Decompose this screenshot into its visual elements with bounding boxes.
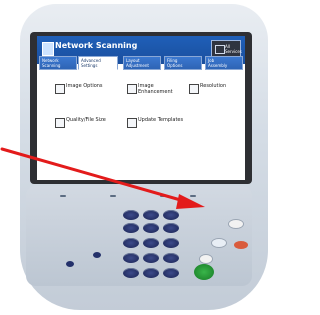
- keypad-key[interactable]: [143, 210, 159, 220]
- option-label: Update Templates: [138, 117, 184, 123]
- keypad-key[interactable]: [143, 223, 159, 233]
- screen-title: Network Scanning: [55, 41, 138, 50]
- network-scanning-icon: [42, 42, 54, 56]
- keypad-key[interactable]: [123, 253, 139, 263]
- keypad-key[interactable]: [123, 223, 139, 233]
- side-button[interactable]: [66, 261, 74, 267]
- status-led: [190, 195, 196, 197]
- image-options-icon: [55, 84, 65, 94]
- tab-bar: Network Scanning Advanced Settings Layou…: [37, 56, 245, 70]
- option-label: Image Options: [66, 83, 103, 89]
- keypad-key[interactable]: [143, 253, 159, 263]
- option-label: Resolution: [200, 83, 227, 89]
- option-label: Image Enhancement: [138, 83, 173, 95]
- copier-control-panel: Network Scanning All Services Network Sc…: [0, 0, 278, 315]
- tab-label: Filing Options: [167, 58, 183, 68]
- keypad-key[interactable]: [143, 268, 159, 278]
- side-button[interactable]: [93, 252, 101, 258]
- keypad-key[interactable]: [163, 268, 179, 278]
- grid-icon: [215, 45, 225, 54]
- resolution-icon: [189, 84, 199, 94]
- keypad-key[interactable]: [163, 210, 179, 220]
- keypad-key[interactable]: [163, 223, 179, 233]
- keypad-key[interactable]: [163, 238, 179, 248]
- status-led: [60, 195, 66, 197]
- numeric-keypad: [116, 210, 186, 302]
- advanced-settings-content: Image Options Image Enhancement Resoluti…: [37, 70, 245, 180]
- status-led: [110, 195, 116, 197]
- function-button[interactable]: [199, 254, 213, 264]
- keypad-key[interactable]: [163, 253, 179, 263]
- stop-clear-button[interactable]: [228, 219, 244, 229]
- image-enhancement-icon: [127, 84, 137, 94]
- touchscreen: Network Scanning All Services Network Sc…: [37, 36, 245, 180]
- tab-layout-adjustment[interactable]: Layout Adjustment: [123, 56, 161, 70]
- start-button[interactable]: [194, 264, 214, 280]
- keypad-key[interactable]: [123, 268, 139, 278]
- update-templates-icon: [127, 118, 137, 128]
- stop-button[interactable]: [234, 241, 248, 249]
- all-services-label: All Services: [225, 44, 242, 54]
- interrupt-button[interactable]: [211, 238, 227, 248]
- tab-label: Advanced Settings: [81, 58, 101, 68]
- tab-label: Job Assembly: [208, 58, 228, 68]
- status-led-row: [40, 191, 240, 201]
- option-label: Quality/File Size: [66, 117, 106, 123]
- tab-network-scanning[interactable]: Network Scanning: [39, 56, 77, 70]
- quality-file-size-icon: [55, 118, 65, 128]
- tab-job-assembly[interactable]: Job Assembly: [205, 56, 243, 70]
- keypad-key[interactable]: [143, 238, 159, 248]
- keypad-key[interactable]: [123, 238, 139, 248]
- tab-label: Network Scanning: [42, 58, 61, 68]
- tab-filing-options[interactable]: Filing Options: [164, 56, 202, 70]
- keypad-key[interactable]: [123, 210, 139, 220]
- tab-label: Layout Adjustment: [126, 58, 149, 68]
- tab-advanced-settings[interactable]: Advanced Settings: [78, 56, 118, 70]
- status-led: [160, 195, 166, 197]
